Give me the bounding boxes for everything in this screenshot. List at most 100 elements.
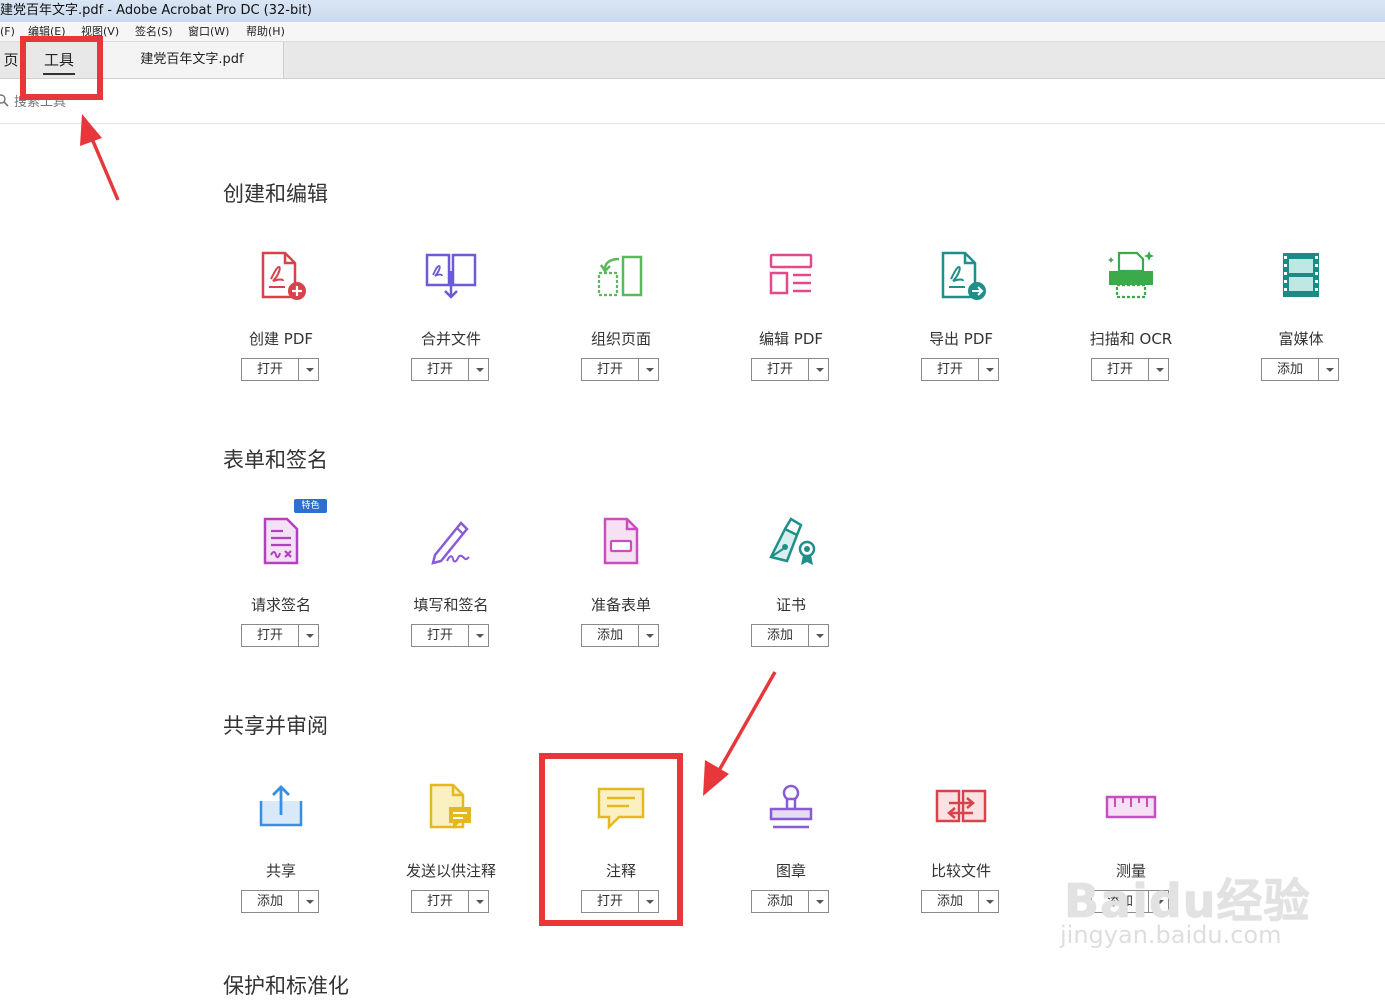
chevron-down-icon[interactable]: [809, 625, 828, 646]
chevron-down-icon[interactable]: [1149, 891, 1168, 912]
chevron-down-icon[interactable]: [469, 891, 488, 912]
tool-action-button[interactable]: 添加: [751, 890, 829, 913]
tool-action-button[interactable]: 打开: [921, 358, 999, 381]
tool-action-button[interactable]: 打开: [241, 358, 319, 381]
tool-label: 请求签名: [250, 596, 311, 614]
tab-tools-label: 工具: [43, 51, 74, 69]
tool-action-button[interactable]: 打开: [581, 890, 659, 913]
tool-action-label[interactable]: 打开: [412, 625, 469, 646]
chevron-down-icon[interactable]: [809, 891, 828, 912]
tool-action-button[interactable]: 添加: [241, 890, 319, 913]
tool-export-pdf: 导出 PDF 打开: [876, 249, 1046, 409]
tool-action-button[interactable]: 打开: [1091, 358, 1169, 381]
tool-combine-files: 合并文件 打开: [366, 249, 536, 409]
tool-label: 证书: [775, 596, 806, 614]
menu-sign[interactable]: 签名(S): [135, 22, 173, 41]
tool-label: 共享: [265, 862, 296, 880]
tool-action-button[interactable]: 添加: [751, 624, 829, 647]
menu-file[interactable]: (F): [0, 22, 15, 41]
measure-icon[interactable]: [1103, 781, 1159, 837]
chevron-down-icon[interactable]: [639, 625, 658, 646]
send-for-comments-icon[interactable]: [423, 781, 479, 837]
tool-action-button[interactable]: 添加: [581, 624, 659, 647]
tool-action-label[interactable]: 添加: [1092, 891, 1149, 912]
tool-action-label[interactable]: 打开: [922, 359, 979, 380]
rich-media-icon[interactable]: [1273, 249, 1329, 305]
tool-action-button[interactable]: 打开: [581, 358, 659, 381]
organize-pages-icon[interactable]: [593, 249, 649, 305]
tool-organize-pages: 组织页面 打开: [536, 249, 706, 409]
comment-icon[interactable]: [593, 781, 649, 837]
tool-action-label[interactable]: 打开: [1092, 359, 1149, 380]
chevron-down-icon[interactable]: [299, 891, 318, 912]
menu-view[interactable]: 视图(V): [81, 22, 119, 41]
section-title-share-review: 共享并审阅: [223, 714, 328, 738]
tab-bar: 页 工具 建党百年文字.pdf: [0, 42, 1385, 79]
tool-label: 准备表单: [590, 596, 651, 614]
stamp-icon[interactable]: [763, 781, 819, 837]
request-signature-icon[interactable]: [253, 515, 309, 571]
tool-action-button[interactable]: 添加: [1261, 358, 1339, 381]
compare-files-icon[interactable]: [933, 781, 989, 837]
search-tools-input[interactable]: [12, 91, 316, 113]
tool-label: 图章: [775, 862, 806, 880]
tool-action-label[interactable]: 打开: [242, 359, 299, 380]
tool-label: 合并文件: [420, 330, 481, 348]
menu-window[interactable]: 窗口(W): [188, 22, 229, 41]
combine-files-icon[interactable]: [423, 249, 479, 305]
tool-action-label[interactable]: 打开: [582, 359, 639, 380]
tab-home[interactable]: 页: [0, 42, 22, 78]
chevron-down-icon[interactable]: [639, 891, 658, 912]
export-pdf-icon[interactable]: [933, 249, 989, 305]
tool-action-button[interactable]: 添加: [921, 890, 999, 913]
tool-action-label[interactable]: 添加: [1262, 359, 1319, 380]
tool-action-label[interactable]: 添加: [582, 625, 639, 646]
tool-action-label[interactable]: 打开: [242, 625, 299, 646]
menu-edit[interactable]: 编辑(E): [28, 22, 66, 41]
chevron-down-icon[interactable]: [1319, 359, 1338, 380]
tool-measure: 测量 添加: [1046, 781, 1216, 941]
prepare-form-icon[interactable]: [593, 515, 649, 571]
tab-tools[interactable]: 工具: [26, 42, 92, 78]
menu-help[interactable]: 帮助(H): [246, 22, 285, 41]
tool-action-button[interactable]: 打开: [411, 358, 489, 381]
chevron-down-icon[interactable]: [299, 625, 318, 646]
tool-action-label[interactable]: 添加: [922, 891, 979, 912]
tool-action-label[interactable]: 打开: [582, 891, 639, 912]
scan-ocr-icon[interactable]: [1103, 249, 1159, 305]
tab-document[interactable]: 建党百年文字.pdf: [100, 42, 284, 78]
edit-pdf-icon[interactable]: [763, 249, 819, 305]
tool-action-label[interactable]: 打开: [412, 891, 469, 912]
chevron-down-icon[interactable]: [299, 359, 318, 380]
tool-action-button[interactable]: 打开: [411, 890, 489, 913]
tool-label: 发送以供注释: [405, 862, 496, 880]
tool-action-label[interactable]: 添加: [242, 891, 299, 912]
tool-action-button[interactable]: 打开: [241, 624, 319, 647]
search-icon: [0, 94, 9, 107]
search-bar: [0, 79, 1385, 124]
create-pdf-icon[interactable]: [253, 249, 309, 305]
chevron-down-icon[interactable]: [979, 359, 998, 380]
chevron-down-icon[interactable]: [979, 891, 998, 912]
tool-prepare-form: 准备表单 添加: [536, 515, 706, 675]
tool-action-button[interactable]: 打开: [751, 358, 829, 381]
tool-action-label[interactable]: 打开: [412, 359, 469, 380]
tool-action-label[interactable]: 添加: [752, 625, 809, 646]
section-title-forms-sign: 表单和签名: [223, 448, 328, 472]
tool-scan-ocr: 扫描和 OCR 打开: [1046, 249, 1216, 409]
tool-fill-sign: 填写和签名 打开: [366, 515, 536, 675]
chevron-down-icon[interactable]: [639, 359, 658, 380]
tool-action-label[interactable]: 添加: [752, 891, 809, 912]
share-icon[interactable]: [253, 781, 309, 837]
chevron-down-icon[interactable]: [469, 359, 488, 380]
chevron-down-icon[interactable]: [1149, 359, 1168, 380]
fill-sign-icon[interactable]: [423, 515, 479, 571]
tool-label: 测量: [1115, 862, 1146, 880]
tool-action-label[interactable]: 打开: [752, 359, 809, 380]
tool-action-button[interactable]: 打开: [411, 624, 489, 647]
tool-create-pdf: 创建 PDF 打开: [196, 249, 366, 409]
chevron-down-icon[interactable]: [469, 625, 488, 646]
chevron-down-icon[interactable]: [809, 359, 828, 380]
tool-action-button[interactable]: 添加: [1091, 890, 1169, 913]
certificate-icon[interactable]: [763, 515, 819, 571]
